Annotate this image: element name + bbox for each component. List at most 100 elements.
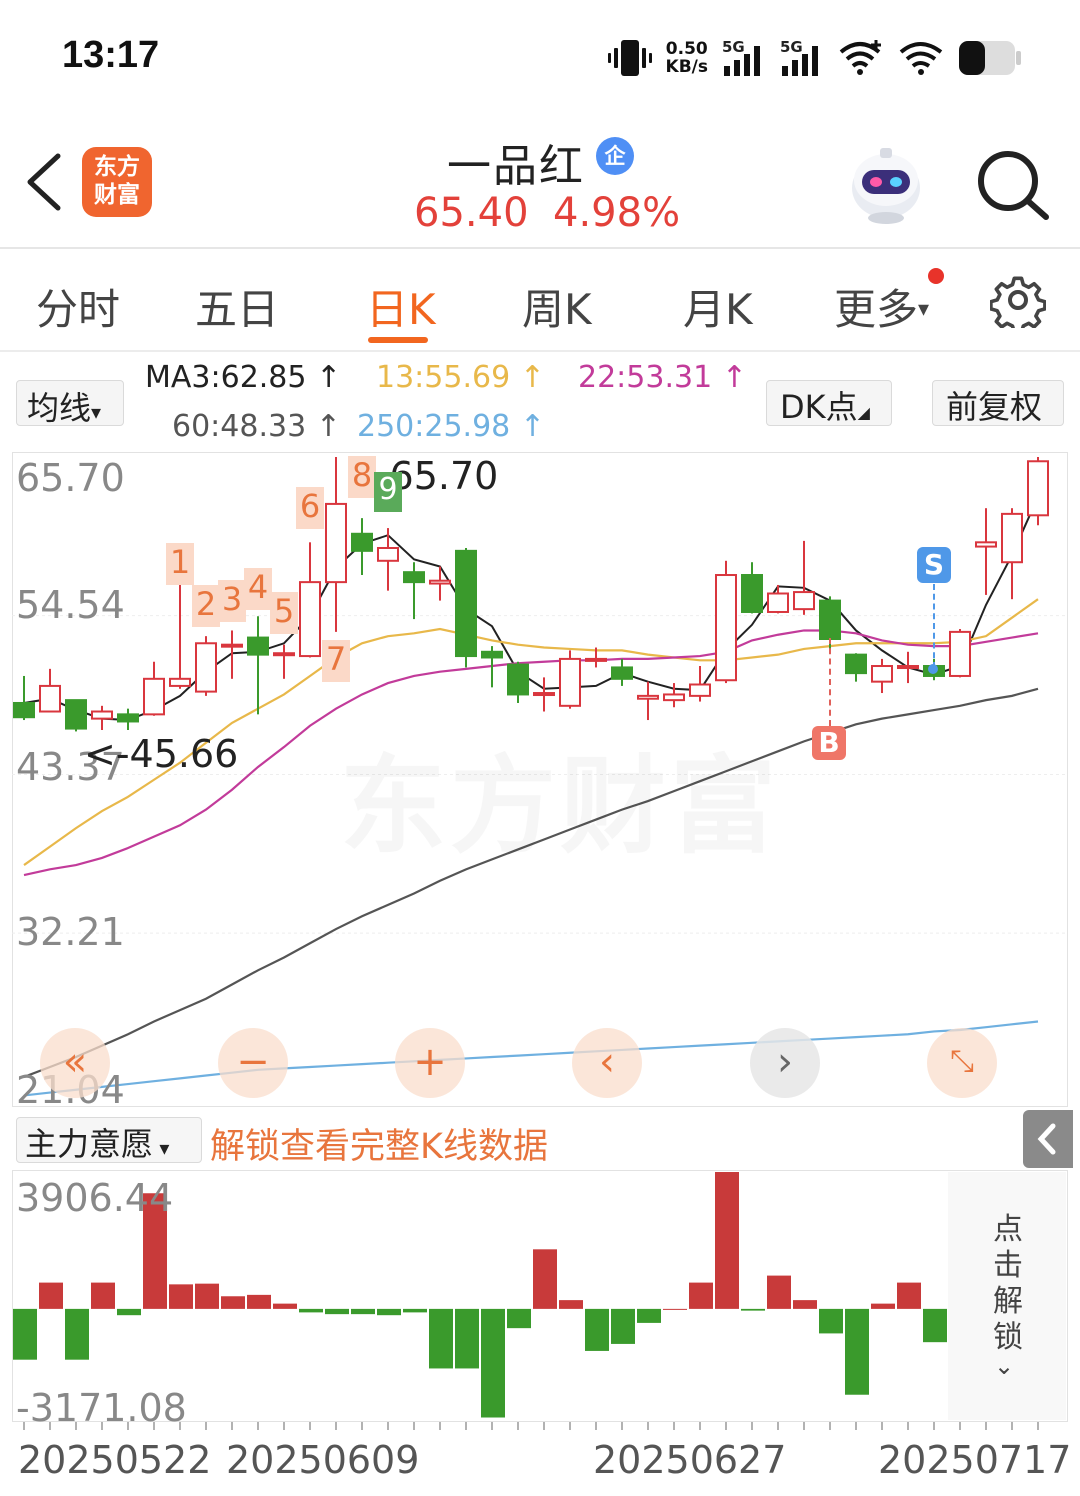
- indicator-bar: [793, 1300, 817, 1309]
- indicator-bar: [585, 1308, 609, 1351]
- candle-body: [949, 630, 971, 677]
- sequence-mark: 8: [348, 456, 376, 498]
- sequence-mark: 5: [270, 592, 298, 634]
- price-adjust-button[interactable]: 前复权: [932, 380, 1064, 426]
- candle-body: [143, 677, 165, 716]
- zoom-out-icon[interactable]: −: [218, 1028, 288, 1098]
- ma22-text: 22:53.31: [578, 360, 713, 395]
- sequence-mark: 9: [374, 472, 402, 512]
- tab-weekly-k[interactable]: 周K: [522, 276, 592, 337]
- candle-body: [715, 574, 737, 682]
- candle-body: [819, 599, 841, 640]
- date-label: 20250609: [226, 1438, 420, 1482]
- battery-icon: [959, 41, 1021, 75]
- sell-signal-dot: [928, 664, 938, 674]
- indicator-bar: [533, 1249, 557, 1309]
- candle-body: [767, 592, 789, 613]
- up-arrow-icon: ↑: [519, 360, 545, 395]
- sequence-mark: 4: [244, 568, 272, 610]
- sequence-mark: 6: [296, 487, 324, 529]
- signal-icon: 5G: [722, 38, 766, 78]
- candle-body: [1001, 512, 1023, 564]
- candle-body: [533, 692, 555, 697]
- sell-signal[interactable]: S: [917, 547, 951, 583]
- tab-daily-k[interactable]: 日K: [366, 276, 436, 337]
- indicator-selector[interactable]: 主力意愿 ▾: [16, 1117, 202, 1163]
- net-speed-value: 0.50: [665, 39, 708, 59]
- indicator-bar: [897, 1282, 921, 1309]
- candle-body: [91, 710, 113, 720]
- back-button[interactable]: [22, 150, 66, 214]
- indicator-bar: [663, 1308, 687, 1310]
- candle-body: [897, 665, 919, 670]
- date-label: 20250717: [878, 1438, 1072, 1482]
- indicator-bar: [559, 1300, 583, 1309]
- indicator-bar: [429, 1308, 453, 1369]
- candle-body: [221, 643, 243, 648]
- double-left-icon[interactable]: «: [40, 1028, 110, 1098]
- unlock-side-label[interactable]: 点击解锁: [990, 1212, 1026, 1356]
- robot-assistant-icon[interactable]: [842, 138, 930, 226]
- ma-selector[interactable]: 均线▾: [16, 380, 124, 427]
- chevron-down-icon: ⌄: [994, 1352, 1015, 1380]
- settings-gear-icon[interactable]: [990, 272, 1046, 328]
- candle-body: [975, 541, 997, 548]
- buy-signal[interactable]: B: [812, 726, 846, 760]
- chevron-left-icon: [1037, 1123, 1056, 1155]
- candle-body: [403, 571, 425, 584]
- network-speed: 0.50 KB/s: [666, 40, 708, 76]
- candle-body: [1027, 460, 1049, 517]
- candle-body: [559, 657, 581, 707]
- up-arrow-icon: ↑: [721, 360, 747, 395]
- unlock-kline-link[interactable]: 解锁查看完整K线数据: [210, 1118, 548, 1169]
- corner-triangle-icon: ◢: [857, 403, 870, 422]
- candle-body: [247, 636, 269, 656]
- candle-body: [793, 591, 815, 611]
- up-arrow-icon: ↑: [519, 409, 545, 444]
- prev-icon[interactable]: ‹: [572, 1028, 642, 1098]
- stock-change-pct: 4.98%: [553, 190, 681, 236]
- watermark: 东方财富: [340, 720, 780, 874]
- candle-body: [663, 693, 685, 702]
- fullscreen-icon[interactable]: ⤡: [927, 1028, 997, 1098]
- indicator-bar: [377, 1308, 401, 1316]
- next-icon[interactable]: ›: [750, 1028, 820, 1098]
- indicator-bar: [845, 1308, 869, 1395]
- collapse-button[interactable]: [1023, 1110, 1073, 1168]
- tab-five-day[interactable]: 五日: [195, 276, 279, 337]
- tab-more[interactable]: 更多▾: [834, 276, 929, 337]
- ma60-value: 60:48.33 ↑: [172, 409, 341, 444]
- indicator-bar: [689, 1282, 713, 1309]
- caret-down-icon: ▾: [918, 297, 930, 322]
- sequence-mark: 1: [166, 543, 194, 585]
- indicator-bar: [351, 1308, 375, 1315]
- dk-point-button[interactable]: DK点◢: [766, 380, 892, 426]
- ma-line-ma250: [23, 1020, 1039, 1097]
- app-logo[interactable]: 东方 财富: [82, 147, 152, 217]
- candle-body: [39, 684, 61, 713]
- ma13-value: 13:55.69 ↑: [376, 360, 545, 395]
- search-icon[interactable]: [972, 145, 1052, 225]
- stock-price: 65.40: [414, 190, 529, 236]
- indicator-bar: [91, 1282, 115, 1309]
- indicator-bar: [611, 1308, 635, 1344]
- candle-body: [377, 546, 399, 562]
- candle-body: [429, 579, 451, 585]
- ma22-value: 22:53.31 ↑: [578, 360, 747, 395]
- ma-selector-label: 均线: [27, 389, 92, 427]
- zoom-in-icon[interactable]: +: [395, 1028, 465, 1098]
- indicator-bar: [299, 1308, 323, 1313]
- ma3-text: MA3:62.85: [145, 360, 307, 395]
- indicator-bar: [13, 1308, 37, 1360]
- candle-body: [689, 683, 711, 697]
- indicator-y-max: 3906.44: [16, 1176, 174, 1220]
- header-divider: [0, 247, 1080, 249]
- candle-body: [351, 532, 373, 552]
- tab-monthly-k[interactable]: 月K: [683, 276, 753, 337]
- y-label-max: 65.70: [16, 456, 125, 500]
- candle-body: [611, 666, 633, 680]
- indicator-bar: [403, 1308, 427, 1313]
- tab-intraday[interactable]: 分时: [36, 276, 120, 337]
- indicator-bar: [507, 1308, 531, 1329]
- buy-signal-line: [829, 638, 831, 726]
